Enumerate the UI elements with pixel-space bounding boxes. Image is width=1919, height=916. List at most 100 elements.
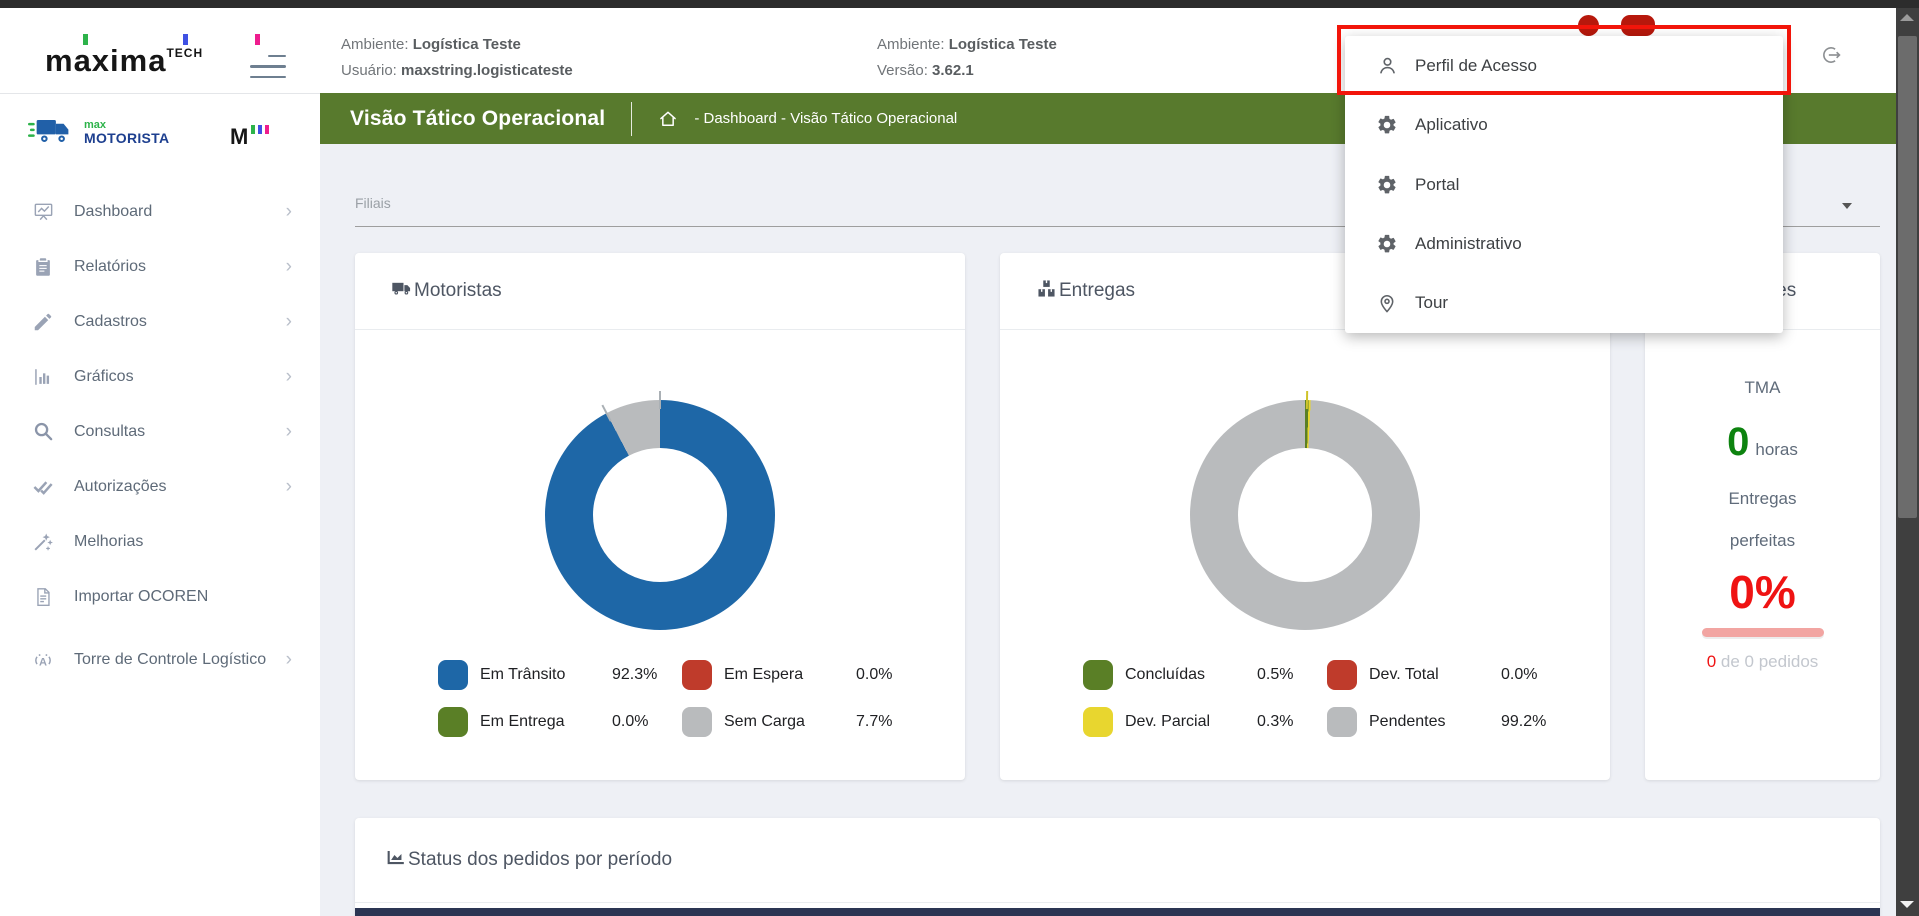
legend-value: 0.3% xyxy=(1257,713,1315,731)
menu-item-portal[interactable]: Portal xyxy=(1345,155,1783,214)
legend-swatch xyxy=(682,660,712,690)
perfect-deliveries-percent: 0% xyxy=(1729,565,1795,619)
entregas-label: Entregas xyxy=(1728,489,1796,509)
mini-m-logo: M xyxy=(230,124,269,150)
legend-swatch xyxy=(438,660,468,690)
pin-icon xyxy=(1375,292,1399,314)
sidebar-item-torre-de-controle[interactable]: A Torre de Controle Logístico xyxy=(0,624,320,696)
menu-item-tour[interactable]: Tour xyxy=(1345,274,1783,333)
scroll-down-arrow-icon[interactable] xyxy=(1900,901,1914,908)
menu-item-administrativo[interactable]: Administrativo xyxy=(1345,214,1783,273)
home-icon xyxy=(658,109,678,129)
legend-label: Dev. Total xyxy=(1369,666,1489,684)
chevron-down-icon xyxy=(1842,203,1852,209)
page-title: Visão Tático Operacional xyxy=(350,107,605,131)
menu-item-perfil-de-acesso[interactable]: Perfil de Acesso xyxy=(1345,36,1783,95)
motoristas-legend: Em Trânsito 92.3% Em Espera 0.0% Em Entr… xyxy=(438,660,882,737)
legend-label: Sem Carga xyxy=(724,713,844,731)
clipboard-icon xyxy=(30,256,56,278)
entregas-donut-chart xyxy=(1190,400,1420,630)
settings-dropdown-menu: Perfil de Acesso Aplicativo Portal Admin… xyxy=(1345,36,1783,333)
legend-swatch xyxy=(1083,707,1113,737)
brand-sub: TECH xyxy=(166,46,203,60)
sidebar: max MOTORISTA M Dashboard Relatórios Cad… xyxy=(0,93,320,916)
sidebar-item-relatorios[interactable]: Relatórios xyxy=(0,239,320,294)
legend-value: 92.3% xyxy=(612,666,670,684)
logout-icon[interactable] xyxy=(1818,42,1844,68)
document-icon xyxy=(30,586,56,608)
sidebar-item-consultas[interactable]: Consultas xyxy=(0,404,320,459)
legend-label: Concluídas xyxy=(1125,666,1245,684)
chevron-right-icon xyxy=(286,256,292,278)
sidebar-item-importar-ocoren[interactable]: Importar OCOREN xyxy=(0,569,320,624)
top-black-strip xyxy=(0,0,1919,8)
legend-swatch xyxy=(1327,660,1357,690)
legend-swatch xyxy=(1083,660,1113,690)
search-icon xyxy=(30,420,56,443)
legend-value: 0.0% xyxy=(856,666,914,684)
legend-value: 0.5% xyxy=(1257,666,1315,684)
menu-item-aplicativo[interactable]: Aplicativo xyxy=(1345,95,1783,154)
tma-label: TMA xyxy=(1745,378,1781,398)
max-motorista-logo: max MOTORISTA xyxy=(28,116,169,147)
area-chart-icon xyxy=(385,847,406,873)
sidebar-item-melhorias[interactable]: Melhorias xyxy=(0,514,320,569)
progress-bar xyxy=(1702,628,1824,637)
tma-unit: horas xyxy=(1755,440,1798,460)
legend-value: 0.0% xyxy=(1501,666,1559,684)
svg-text:A: A xyxy=(39,657,47,669)
sidebar-item-dashboard[interactable]: Dashboard xyxy=(0,184,320,239)
notification-badge-icon xyxy=(1621,15,1655,36)
sidebar-item-cadastros[interactable]: Cadastros xyxy=(0,294,320,349)
divider xyxy=(631,102,632,136)
card-title: Motoristas xyxy=(414,280,502,302)
environment-version-info: Ambiente: Logística Teste Versão: 3.62.1 xyxy=(877,32,1057,84)
chevron-right-icon xyxy=(286,201,292,223)
perfeitas-label: perfeitas xyxy=(1730,531,1795,551)
sidebar-menu: Dashboard Relatórios Cadastros Gráficos … xyxy=(0,184,320,696)
motoristas-donut-chart xyxy=(545,400,775,630)
sidebar-item-graficos[interactable]: Gráficos xyxy=(0,349,320,404)
gear-icon xyxy=(1375,114,1399,136)
legend-label: Pendentes xyxy=(1369,713,1489,731)
card-title: Status dos pedidos por período xyxy=(408,849,672,871)
legend-swatch xyxy=(1327,707,1357,737)
scrollbar-thumb[interactable] xyxy=(1898,36,1917,518)
dashboard-icon xyxy=(30,200,56,223)
gear-icon xyxy=(1375,233,1399,255)
chevron-right-icon xyxy=(286,311,292,333)
legend-label: Dev. Parcial xyxy=(1125,713,1245,731)
legend-value: 7.7% xyxy=(856,713,914,731)
boxes-icon xyxy=(1036,278,1057,304)
donut-tick xyxy=(659,391,661,409)
antenna-icon: A xyxy=(30,648,56,672)
double-check-icon xyxy=(30,475,56,498)
tma-value: 0 xyxy=(1727,420,1749,465)
filiais-label: Filiais xyxy=(355,195,391,211)
environment-user-info: Ambiente: Logística Teste Usuário: maxst… xyxy=(341,32,573,84)
status-pedidos-card-header: Status dos pedidos por período xyxy=(355,818,1880,903)
legend-value: 0.0% xyxy=(612,713,670,731)
orders-count: 0 de 0 pedidos xyxy=(1707,652,1819,672)
gear-icon xyxy=(1375,174,1399,196)
page-scrollbar[interactable] xyxy=(1896,0,1919,916)
chevron-right-icon xyxy=(286,476,292,498)
pencil-icon xyxy=(30,311,56,333)
legend-swatch xyxy=(682,707,712,737)
motoristas-card: Motoristas Em Trânsito 92.3% Em Espera 0… xyxy=(355,253,965,780)
legend-label: Em Entrega xyxy=(480,713,600,731)
chevron-right-icon xyxy=(286,421,292,443)
scroll-up-arrow-icon[interactable] xyxy=(1900,14,1914,21)
maxima-tech-logo: maximaTECH xyxy=(45,34,275,86)
person-icon xyxy=(1375,54,1399,77)
sidebar-item-autorizacoes[interactable]: Autorizações xyxy=(0,459,320,514)
chevron-right-icon xyxy=(286,366,292,388)
logo-text-motorista: MOTORISTA xyxy=(84,132,169,145)
legend-label: Em Trânsito xyxy=(480,666,600,684)
motoristas-card-header: Motoristas xyxy=(355,253,965,330)
bar-chart-icon xyxy=(30,366,56,388)
indicadores-body: TMA 0 horas Entregas perfeitas 0% 0 de 0… xyxy=(1645,330,1880,672)
truck-icon xyxy=(391,278,412,304)
legend-label: Em Espera xyxy=(724,666,844,684)
sidebar-toggle-button[interactable] xyxy=(250,55,286,81)
